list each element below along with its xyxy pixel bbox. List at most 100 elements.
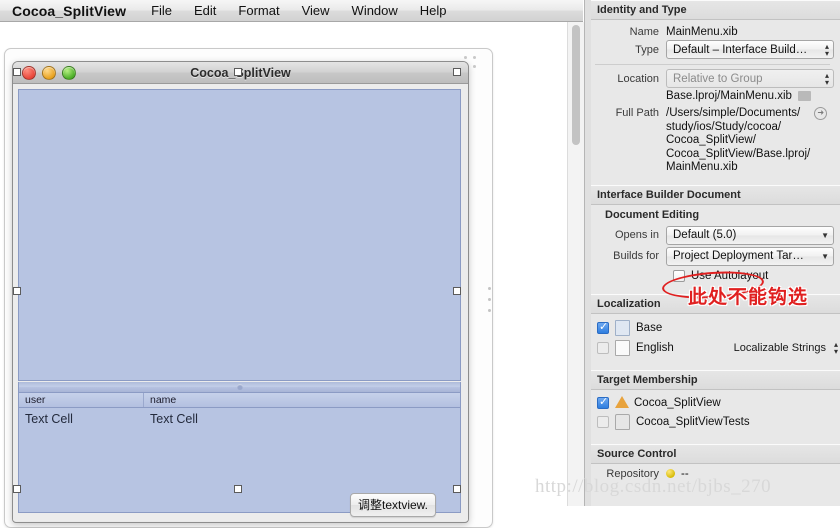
- value-full-path: /Users/simple/Documents/ study/ios/Study…: [666, 107, 810, 175]
- menu-item-edit[interactable]: Edit: [183, 3, 227, 18]
- selection-handle-bottom-center[interactable]: [234, 485, 242, 493]
- type-popup-button[interactable]: Default – Interface Build… ▴ ▾: [666, 40, 834, 59]
- table-cell-user: Text Cell: [25, 412, 73, 426]
- section-source-control: Source Control: [585, 443, 840, 464]
- target-tests-checkbox[interactable]: [597, 415, 609, 428]
- localization-item-english[interactable]: English Localizable Strings ▴ ▾: [585, 338, 840, 358]
- label-location: Location: [617, 72, 659, 85]
- close-button-icon[interactable]: [22, 65, 36, 80]
- localization-item-base[interactable]: Base: [585, 318, 840, 338]
- table-cell-name: Text Cell: [150, 412, 198, 426]
- app-target-icon: [615, 395, 629, 410]
- split-view-top-pane[interactable]: [18, 89, 461, 381]
- annotation-text: 此处不能钩选: [688, 286, 809, 308]
- row-opens-in: Opens in Default (5.0) ▼: [585, 225, 840, 245]
- base-file-icon: [615, 319, 630, 336]
- test-target-icon: [615, 413, 630, 430]
- label-full-path: Full Path: [615, 107, 659, 119]
- label-repository: Repository: [606, 467, 659, 480]
- opens-in-popup-button[interactable]: Default (5.0) ▼: [666, 225, 834, 245]
- traffic-lights: [22, 65, 76, 80]
- row-name: Name MainMenu.xib: [585, 26, 840, 38]
- file-inspector-panel: Identity and Type Name MainMenu.xib Type…: [584, 0, 840, 506]
- selection-handle-middle-left[interactable]: [13, 287, 21, 295]
- row-type: Type Default – Interface Build… ▴ ▾: [585, 40, 840, 59]
- subsection-document-editing: Document Editing: [605, 208, 700, 221]
- label-name: Name: [629, 26, 659, 38]
- reveal-arrow-icon[interactable]: ➜: [814, 107, 828, 120]
- label-type: Type: [635, 43, 659, 56]
- section-identity-and-type: Identity and Type: [585, 0, 840, 20]
- side-grip-dots-icon: [486, 287, 494, 317]
- row-relative-path: Base.lproj/MainMenu.xib: [585, 90, 840, 102]
- zoom-button-icon[interactable]: [62, 65, 76, 80]
- builds-for-popup-button[interactable]: Project Deployment Tar… ▼: [666, 246, 834, 266]
- chevron-updown-icon: ▴ ▾: [824, 70, 829, 87]
- folder-icon[interactable]: [797, 91, 811, 101]
- value-relative-path: Base.lproj/MainMenu.xib: [666, 90, 792, 102]
- localization-english-checkbox[interactable]: [597, 341, 609, 354]
- minimize-button-icon[interactable]: [42, 65, 56, 80]
- table-column-header-name[interactable]: name: [144, 393, 460, 407]
- menu-item-help[interactable]: Help: [409, 3, 458, 18]
- table-row[interactable]: Text Cell Text Cell: [19, 408, 460, 426]
- value-repository: --: [681, 467, 689, 480]
- row-full-path: Full Path /Users/simple/Documents/ study…: [585, 107, 840, 175]
- selection-handle-bottom-left[interactable]: [13, 485, 21, 493]
- full-path-line-2: study/ios/Study/cocoa/: [666, 120, 782, 133]
- editor-canvas-area: Cocoa_SplitView user name Text Cell: [0, 22, 567, 528]
- inspector-scrollbar[interactable]: [585, 0, 591, 506]
- label-builds-for: Builds for: [613, 250, 659, 262]
- repository-status-icon: [666, 469, 675, 478]
- localization-english-label: English: [636, 341, 674, 354]
- builds-for-value: Project Deployment Tar…: [673, 250, 804, 262]
- use-autolayout-label: Use Autolayout: [691, 269, 769, 282]
- target-item-tests[interactable]: Cocoa_SplitViewTests: [585, 412, 840, 432]
- full-path-line-1: /Users/simple/Documents/: [666, 107, 801, 119]
- location-popup-button[interactable]: Relative to Group ▴ ▾: [666, 69, 834, 88]
- menu-bar: Cocoa_SplitView File Edit Format View Wi…: [0, 0, 583, 22]
- menu-item-format[interactable]: Format: [227, 3, 290, 18]
- value-name[interactable]: MainMenu.xib: [666, 26, 738, 38]
- chevron-updown-icon: ▴ ▾: [833, 339, 838, 356]
- app-root: Cocoa_SplitView File Edit Format View Wi…: [0, 0, 840, 528]
- menu-item-window[interactable]: Window: [341, 3, 409, 18]
- row-repository: Repository --: [585, 468, 840, 480]
- adjust-textview-button[interactable]: 调整textview.: [350, 493, 437, 517]
- table-column-header-user[interactable]: user: [19, 393, 144, 407]
- divider-dimple-icon: [236, 384, 243, 390]
- chevron-down-icon: ▼: [821, 230, 829, 240]
- use-autolayout-checkbox[interactable]: [673, 269, 685, 282]
- cocoa-window: Cocoa_SplitView user name Text Cell: [12, 61, 469, 523]
- selection-handle-top-right[interactable]: [453, 68, 461, 76]
- divider-1: [595, 64, 830, 65]
- target-item-app[interactable]: Cocoa_SplitView: [585, 394, 840, 412]
- menu-item-file[interactable]: File: [140, 3, 183, 18]
- split-view-divider[interactable]: [18, 382, 461, 392]
- full-path-line-3: Cocoa_SplitView/: [666, 134, 756, 146]
- menu-item-view[interactable]: View: [291, 3, 341, 18]
- editor-scrollbar-thumb[interactable]: [572, 25, 580, 145]
- location-popup-value: Relative to Group: [673, 72, 763, 85]
- split-view[interactable]: user name Text Cell Text Cell: [18, 89, 461, 513]
- localization-english-type[interactable]: Localizable Strings ▴ ▾: [734, 339, 840, 356]
- localization-base-checkbox[interactable]: [597, 320, 609, 334]
- localization-base-label: Base: [636, 321, 663, 334]
- full-path-line-5: MainMenu.xib: [666, 161, 738, 173]
- editor-scrollbar[interactable]: [567, 22, 584, 506]
- target-app-checkbox[interactable]: [597, 395, 609, 409]
- selection-handle-top-left[interactable]: [13, 68, 21, 76]
- row-location: Location Relative to Group ▴ ▾: [585, 69, 840, 88]
- type-popup-value: Default – Interface Build…: [673, 43, 808, 56]
- window-body: user name Text Cell Text Cell: [13, 84, 468, 521]
- label-opens-in: Opens in: [614, 229, 659, 241]
- selection-handle-middle-right[interactable]: [453, 287, 461, 295]
- opens-in-value: Default (5.0): [673, 229, 737, 241]
- selection-handle-bottom-right[interactable]: [453, 485, 461, 493]
- target-tests-label: Cocoa_SplitViewTests: [636, 415, 750, 428]
- full-path-line-4: Cocoa_SplitView/Base.lproj/: [666, 147, 811, 160]
- selection-handle-top-center[interactable]: [234, 68, 242, 76]
- menu-app-name[interactable]: Cocoa_SplitView: [0, 3, 140, 19]
- document-icon: [615, 339, 630, 356]
